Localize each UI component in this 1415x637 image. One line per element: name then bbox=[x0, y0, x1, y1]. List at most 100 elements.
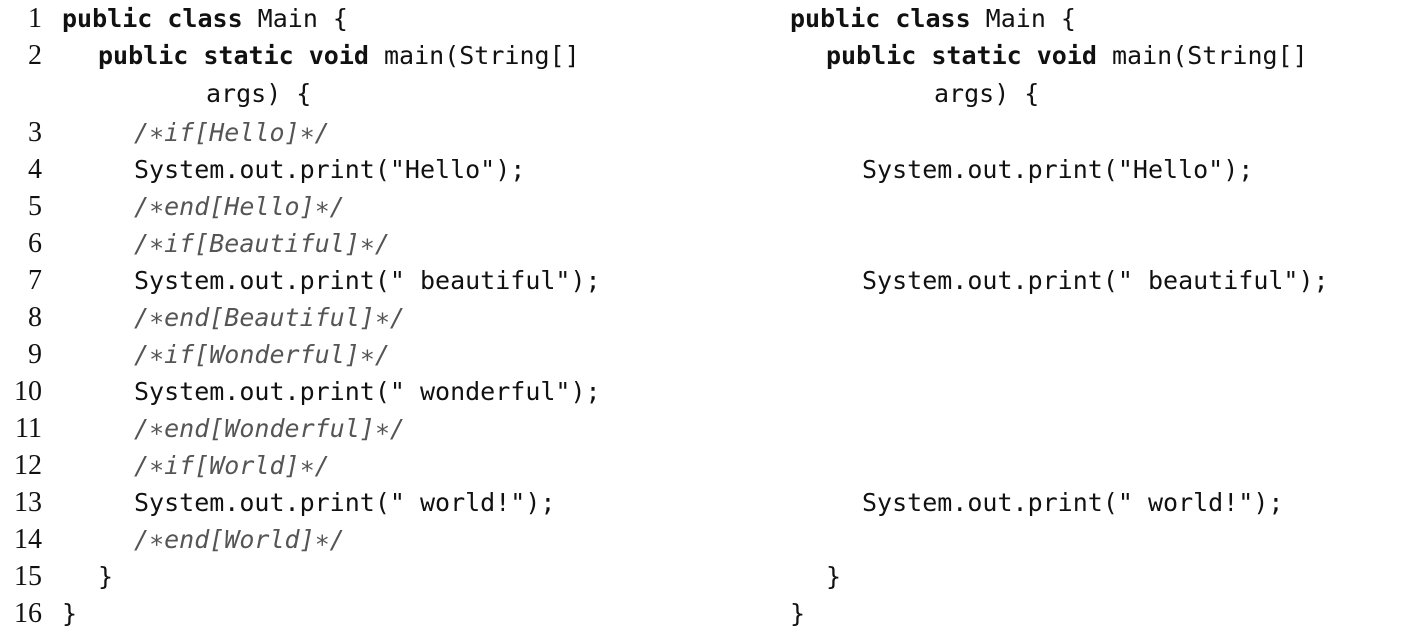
code-token: } bbox=[790, 599, 806, 628]
code-line: } bbox=[790, 558, 1415, 595]
code-token: System.out.print(" world!"); bbox=[134, 488, 556, 517]
line-number: 15 bbox=[14, 561, 42, 592]
line-number: 8 bbox=[28, 302, 42, 333]
code-line: System.out.print(" world!"); bbox=[790, 484, 1415, 521]
code-text: public class Main { bbox=[790, 0, 1076, 37]
code-text: public static void main(String[] bbox=[98, 37, 580, 74]
code-line: System.out.print("Hello"); bbox=[790, 151, 1415, 188]
code-text: System.out.print(" world!"); bbox=[862, 484, 1283, 521]
code-text: public class Main { bbox=[62, 0, 348, 37]
code-line: 10 System.out.print(" wonderful"); bbox=[0, 373, 730, 410]
code-token: main(String[] bbox=[368, 41, 580, 70]
line-number: 13 bbox=[14, 487, 42, 518]
code-text: System.out.print(" wonderful"); bbox=[134, 373, 601, 410]
code-text: } bbox=[826, 558, 841, 595]
code-text: args) { bbox=[934, 74, 1039, 114]
line-number: 6 bbox=[28, 228, 42, 259]
code-text: } bbox=[62, 595, 77, 632]
generated-variant-code-listing: public class Main {public static void ma… bbox=[790, 0, 1415, 632]
code-token: } bbox=[98, 562, 114, 591]
line-number: 5 bbox=[28, 191, 42, 222]
code-line: 2 public static void main(String[] bbox=[0, 37, 730, 74]
code-line: } bbox=[790, 595, 1415, 632]
code-line: 16} bbox=[0, 595, 730, 632]
code-line: 13 System.out.print(" world!"); bbox=[0, 484, 730, 521]
code-text: /∗end[Wonderful]∗/ bbox=[134, 410, 405, 447]
code-text: } bbox=[790, 595, 805, 632]
code-line: System.out.print(" beautiful"); bbox=[790, 262, 1415, 299]
code-line: 4 System.out.print("Hello"); bbox=[0, 151, 730, 188]
line-number: 10 bbox=[14, 376, 42, 407]
annotation-comment: /∗end[World]∗/ bbox=[134, 525, 345, 554]
code-text: /∗end[World]∗/ bbox=[134, 521, 345, 558]
code-text: public static void main(String[] bbox=[826, 37, 1308, 74]
code-text: /∗if[World]∗/ bbox=[134, 447, 330, 484]
code-token: System.out.print(" wonderful"); bbox=[134, 377, 601, 406]
code-line: 1 public class Main { bbox=[0, 0, 730, 37]
code-text: System.out.print(" beautiful"); bbox=[862, 262, 1329, 299]
original-code-listing: 1 public class Main {2 public static void … bbox=[0, 0, 730, 632]
line-number: 11 bbox=[15, 413, 42, 444]
code-text: args) { bbox=[206, 74, 311, 114]
code-line: 15} bbox=[0, 558, 730, 595]
keyword-token: public static void bbox=[98, 41, 369, 70]
code-token: Main { bbox=[970, 4, 1076, 33]
line-number: 16 bbox=[14, 598, 42, 629]
code-text: /∗if[Hello]∗/ bbox=[134, 114, 330, 151]
code-text: System.out.print(" beautiful"); bbox=[134, 262, 601, 299]
line-number: 9 bbox=[28, 339, 42, 370]
code-text: } bbox=[98, 558, 113, 595]
annotation-comment: /∗end[Hello]∗/ bbox=[134, 192, 345, 221]
line-number: 12 bbox=[14, 450, 42, 481]
code-line: 11 /∗end[Wonderful]∗/ bbox=[0, 410, 730, 447]
code-line: 9 /∗if[Wonderful]∗/ bbox=[0, 336, 730, 373]
line-number: 3 bbox=[28, 117, 42, 148]
code-token: } bbox=[826, 562, 842, 591]
code-line: 8 /∗end[Beautiful]∗/ bbox=[0, 299, 730, 336]
code-line: 14 /∗end[World]∗/ bbox=[0, 521, 730, 558]
code-line: 12 /∗if[World]∗/ bbox=[0, 447, 730, 484]
code-token: } bbox=[62, 599, 78, 628]
code-line: public class Main { bbox=[790, 0, 1415, 37]
annotation-comment: /∗end[Beautiful]∗/ bbox=[134, 303, 405, 332]
code-line: args) { bbox=[0, 74, 730, 114]
annotation-comment: /∗if[Wonderful]∗/ bbox=[134, 340, 390, 369]
code-text: System.out.print(" world!"); bbox=[134, 484, 555, 521]
code-token: System.out.print("Hello"); bbox=[134, 155, 526, 184]
code-token: args) { bbox=[206, 79, 312, 108]
code-token: main(String[] bbox=[1096, 41, 1308, 70]
code-line: args) { bbox=[790, 74, 1415, 114]
code-line: public static void main(String[] bbox=[790, 37, 1415, 74]
code-token: System.out.print(" world!"); bbox=[862, 488, 1284, 517]
code-text: /∗if[Wonderful]∗/ bbox=[134, 336, 390, 373]
code-token: args) { bbox=[934, 79, 1040, 108]
line-number: 4 bbox=[28, 154, 42, 185]
keyword-token: public static void bbox=[826, 41, 1097, 70]
line-number: 14 bbox=[14, 524, 42, 555]
code-token: System.out.print("Hello"); bbox=[862, 155, 1254, 184]
code-line: 6 /∗if[Beautiful]∗/ bbox=[0, 225, 730, 262]
code-line: 7 System.out.print(" beautiful"); bbox=[0, 262, 730, 299]
line-number: 1 bbox=[28, 3, 42, 34]
code-text: /∗end[Beautiful]∗/ bbox=[134, 299, 405, 336]
code-line: 5 /∗end[Hello]∗/ bbox=[0, 188, 730, 225]
code-text: System.out.print("Hello"); bbox=[862, 151, 1253, 188]
annotation-comment: /∗if[World]∗/ bbox=[134, 451, 330, 480]
code-line: 3 /∗if[Hello]∗/ bbox=[0, 114, 730, 151]
annotation-comment: /∗if[Beautiful]∗/ bbox=[134, 229, 390, 258]
code-text: System.out.print("Hello"); bbox=[134, 151, 525, 188]
annotation-comment: /∗if[Hello]∗/ bbox=[134, 118, 330, 147]
keyword-token: public class bbox=[790, 4, 971, 33]
code-text: /∗if[Beautiful]∗/ bbox=[134, 225, 390, 262]
annotation-comment: /∗end[Wonderful]∗/ bbox=[134, 414, 405, 443]
code-token: Main { bbox=[242, 4, 348, 33]
